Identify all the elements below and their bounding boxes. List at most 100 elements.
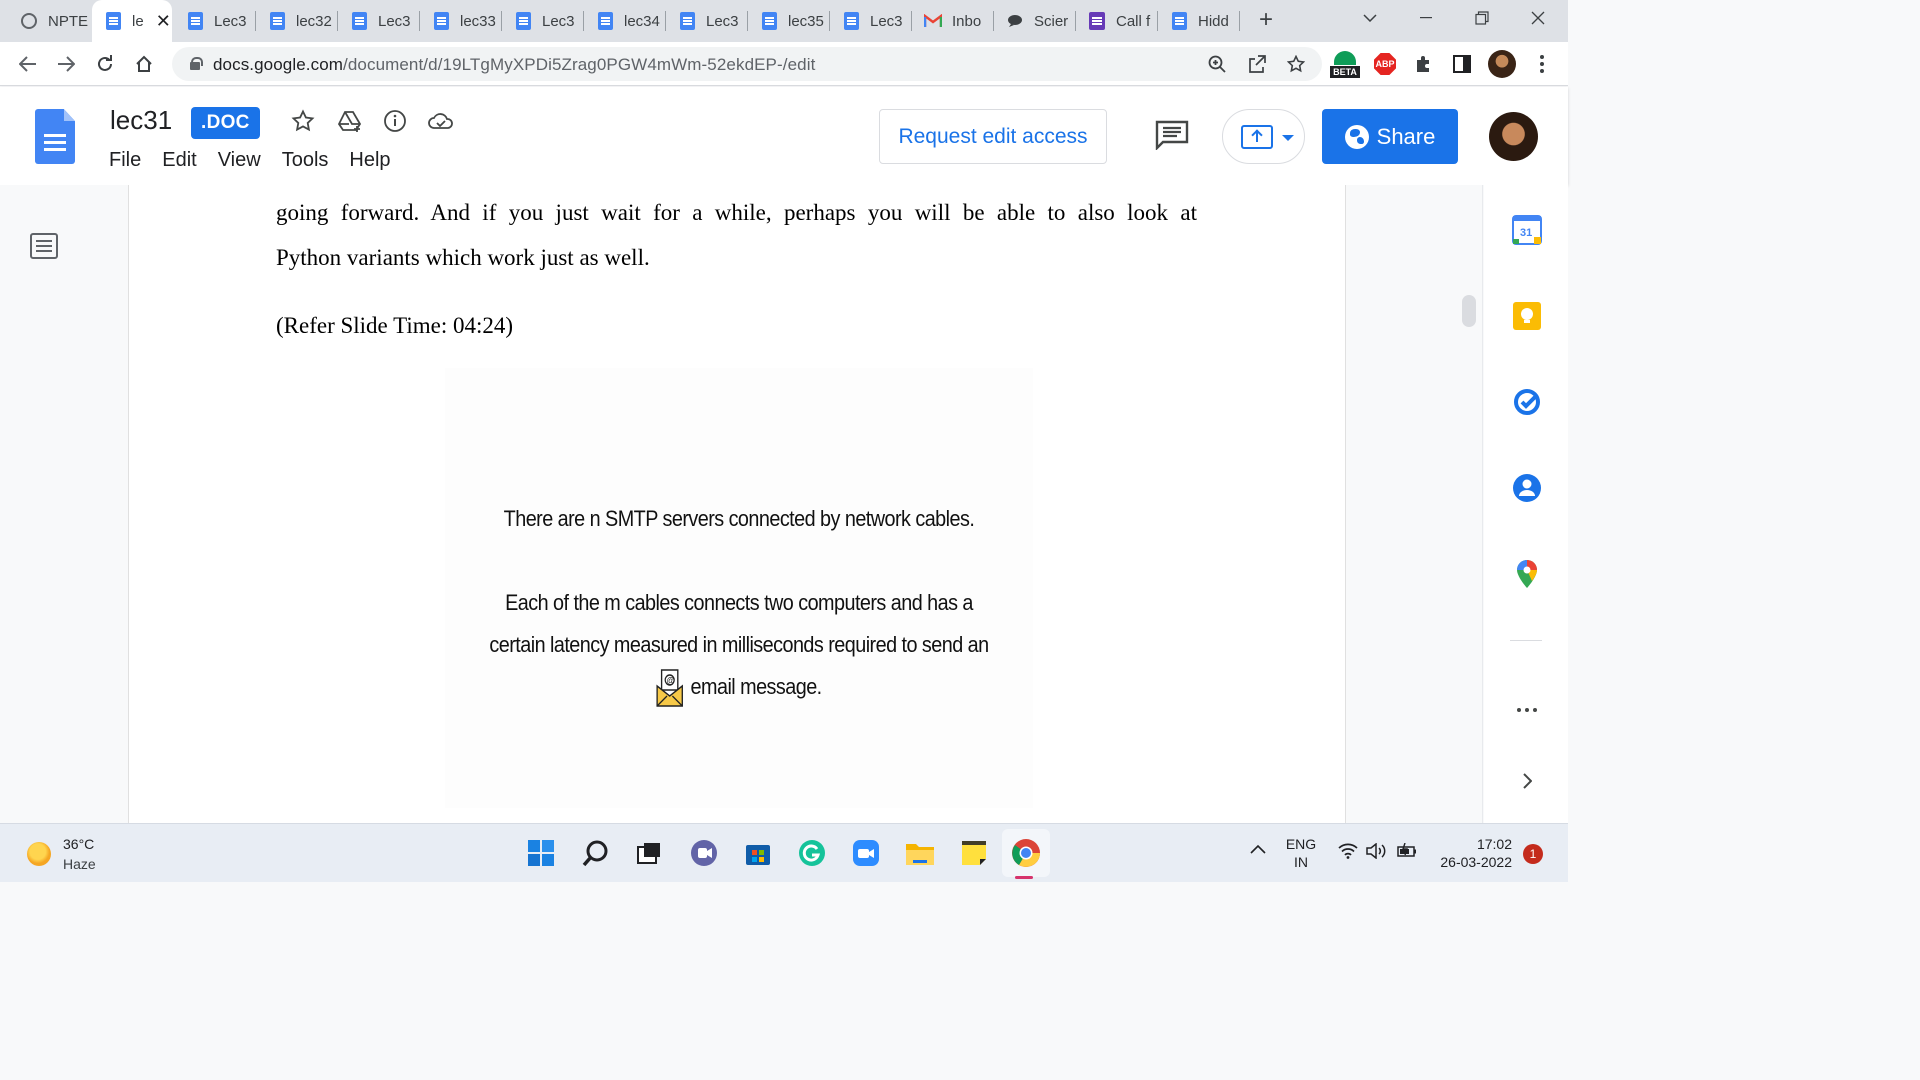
- language-indicator[interactable]: ENG IN: [1284, 836, 1318, 870]
- maps-icon[interactable]: [1512, 559, 1542, 589]
- new-tab-icon[interactable]: +: [1252, 6, 1280, 34]
- document-outline-icon[interactable]: [30, 233, 58, 259]
- tab-label: Lec3: [706, 12, 739, 30]
- docs-logo-icon[interactable]: [35, 109, 75, 164]
- home-icon[interactable]: [130, 50, 158, 78]
- browser-tab[interactable]: Inbo: [912, 0, 994, 42]
- sticky-notes-icon[interactable]: [957, 836, 991, 870]
- menu-view[interactable]: View: [218, 149, 261, 172]
- docs-icon: [760, 12, 778, 30]
- tab-search-icon[interactable]: [1350, 0, 1390, 36]
- battery-icon[interactable]: [1396, 842, 1418, 862]
- info-icon[interactable]: [381, 107, 409, 135]
- calendar-icon[interactable]: 31: [1512, 215, 1542, 245]
- move-to-drive-icon[interactable]: [336, 107, 364, 135]
- present-button[interactable]: [1222, 109, 1305, 164]
- wifi-icon[interactable]: [1338, 843, 1358, 862]
- browser-tab[interactable]: Lec3: [338, 0, 420, 42]
- microsoft-store-icon[interactable]: [741, 836, 775, 870]
- zoom-icon[interactable]: [849, 836, 883, 870]
- keep-icon[interactable]: [1512, 301, 1542, 331]
- tab-label: Inbo: [952, 12, 982, 30]
- weather-temperature[interactable]: 36°C: [63, 836, 94, 852]
- menu-edit[interactable]: Edit: [162, 149, 196, 172]
- browser-tab[interactable]: Call f: [1076, 0, 1158, 42]
- tasks-icon[interactable]: [1512, 387, 1542, 417]
- browser-tab[interactable]: Lec3: [174, 0, 256, 42]
- volume-icon[interactable]: [1366, 842, 1388, 862]
- scrollbar-thumb[interactable]: [1462, 295, 1476, 327]
- more-icon[interactable]: [1512, 695, 1542, 725]
- document-workspace: going forward. And if you just wait for …: [0, 185, 1568, 823]
- docs-icon: [842, 12, 860, 30]
- menu-tools[interactable]: Tools: [282, 149, 329, 172]
- comment-history-icon[interactable]: [1155, 120, 1189, 151]
- browser-tab[interactable]: Lec3: [502, 0, 584, 42]
- scrollbar-track: [1482, 185, 1483, 823]
- browser-tab[interactable]: NPTE: [8, 0, 92, 42]
- chrome-icon[interactable]: [1009, 836, 1043, 870]
- zoom-icon[interactable]: [1204, 51, 1230, 77]
- side-panel-icon[interactable]: [1448, 50, 1476, 78]
- weather-description[interactable]: Haze: [63, 856, 96, 872]
- menu-help[interactable]: Help: [349, 149, 390, 172]
- browser-tab[interactable]: Lec3: [830, 0, 912, 42]
- svg-text:@: @: [667, 675, 675, 686]
- weather-sun-icon[interactable]: [27, 842, 51, 866]
- start-icon[interactable]: [524, 836, 558, 870]
- clock[interactable]: 17:02 26-03-2022: [1428, 836, 1512, 870]
- slide-line: Each of the m cables connects two comput…: [505, 590, 973, 615]
- share-page-icon[interactable]: [1244, 51, 1270, 77]
- show-hidden-icons[interactable]: [1250, 841, 1266, 857]
- forward-icon[interactable]: [52, 50, 80, 78]
- profile-avatar[interactable]: [1488, 50, 1516, 78]
- tab-label: lec35: [788, 12, 824, 30]
- file-explorer-icon[interactable]: [903, 836, 937, 870]
- restore-icon[interactable]: [1462, 0, 1502, 36]
- grammarly-icon[interactable]: [795, 836, 829, 870]
- forms-icon: [1088, 12, 1106, 30]
- browser-tab[interactable]: lec32: [256, 0, 338, 42]
- close-tab-icon[interactable]: ✕: [156, 11, 171, 32]
- menu-file[interactable]: File: [109, 149, 141, 172]
- side-panel: 31: [1484, 185, 1568, 823]
- browser-tab[interactable]: Hidd: [1158, 0, 1240, 42]
- task-view-icon[interactable]: [632, 836, 666, 870]
- share-button[interactable]: Share: [1322, 109, 1458, 164]
- extensions-puzzle-icon[interactable]: [1410, 50, 1438, 78]
- minimize-icon[interactable]: [1406, 0, 1446, 36]
- slide-line: There are n SMTP servers connected by ne…: [503, 506, 975, 531]
- document-title[interactable]: lec31: [110, 105, 172, 136]
- slide-line: certain latency measured in milliseconds…: [489, 632, 989, 657]
- contacts-icon[interactable]: [1512, 473, 1542, 503]
- file-type-badge: .DOC: [191, 107, 260, 139]
- tab-label: Scier: [1034, 12, 1069, 30]
- address-bar[interactable]: docs.google.com/document/d/19LTgMyXPDi5Z…: [172, 47, 1322, 81]
- browser-tab[interactable]: lec34: [584, 0, 666, 42]
- notification-badge[interactable]: 1: [1523, 844, 1543, 864]
- account-avatar[interactable]: [1489, 112, 1538, 161]
- tab-label: Call f: [1116, 12, 1151, 30]
- browser-tab[interactable]: Lec3: [666, 0, 748, 42]
- browser-menu-icon[interactable]: [1528, 50, 1556, 78]
- adblock-icon[interactable]: ABP: [1371, 50, 1399, 78]
- browser-tab[interactable]: lec35: [748, 0, 830, 42]
- bookmark-star-icon[interactable]: [1283, 51, 1309, 77]
- search-icon[interactable]: [579, 836, 613, 870]
- chevron-right-icon[interactable]: [1512, 766, 1542, 796]
- teams-chat-icon[interactable]: [687, 836, 721, 870]
- lock-icon[interactable]: [190, 57, 203, 70]
- browser-tab-active[interactable]: le ✕: [92, 0, 172, 42]
- browser-tab[interactable]: lec33: [420, 0, 502, 42]
- reload-icon[interactable]: [91, 50, 119, 78]
- request-edit-access-button[interactable]: Request edit access: [879, 109, 1107, 164]
- globe-icon: [1344, 124, 1369, 149]
- beta-extension-icon[interactable]: BETA: [1330, 51, 1360, 81]
- browser-tab[interactable]: Scier: [994, 0, 1076, 42]
- document-page[interactable]: going forward. And if you just wait for …: [128, 185, 1346, 823]
- close-window-icon[interactable]: [1518, 0, 1558, 36]
- cloud-saved-icon[interactable]: [427, 107, 455, 135]
- tab-label: lec32: [296, 12, 332, 30]
- star-icon[interactable]: [289, 107, 317, 135]
- back-icon[interactable]: [14, 50, 42, 78]
